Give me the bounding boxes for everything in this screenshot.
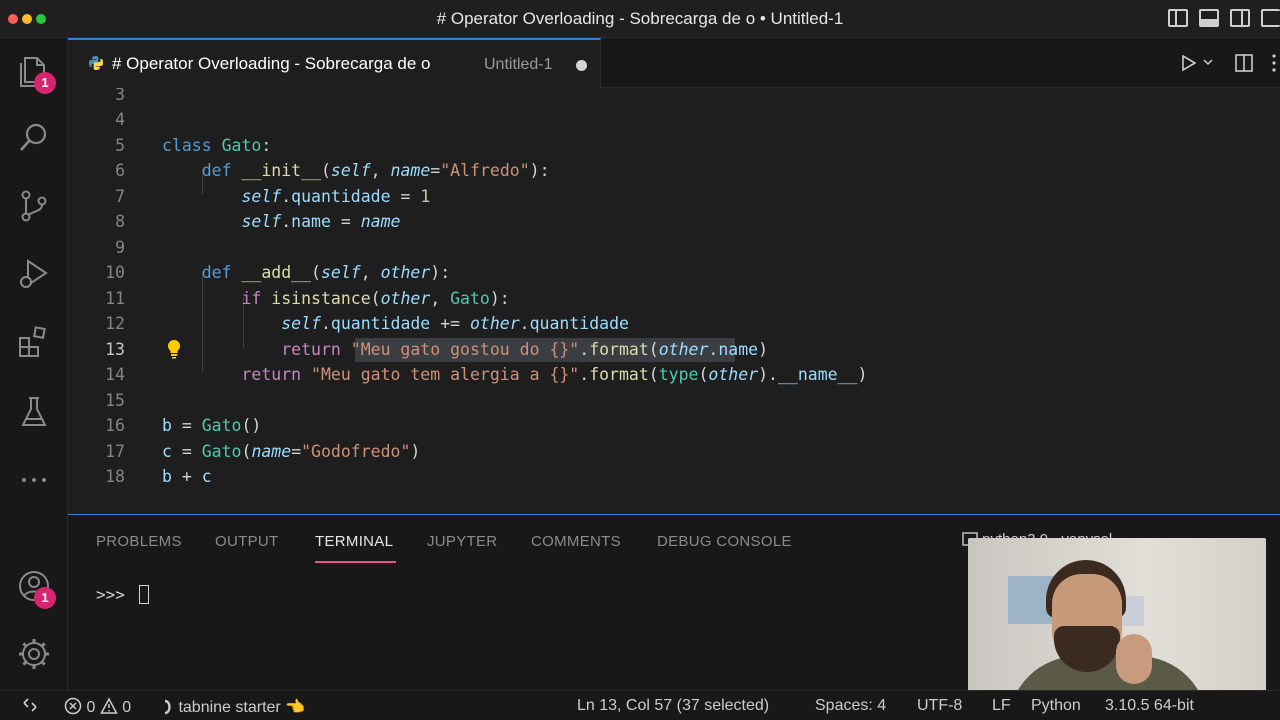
split-editor-icon[interactable] xyxy=(1234,53,1254,73)
status-bar: 0 0 tabnine starter 👈 Ln 13, Col 57 (37 … xyxy=(0,690,1280,720)
webcam-overlay xyxy=(968,538,1266,708)
source-control-icon[interactable] xyxy=(16,188,52,224)
code-line: 11 if isinstance(other, Gato): xyxy=(105,289,510,308)
indentation-status[interactable]: Spaces: 4 xyxy=(815,697,886,715)
chevron-down-icon[interactable] xyxy=(1202,56,1214,68)
error-count: 0 xyxy=(86,699,96,716)
python-interpreter[interactable]: 3.10.5 64-bit xyxy=(1105,697,1194,715)
toggle-panel-icon[interactable] xyxy=(1199,9,1219,27)
tab-terminal[interactable]: TERMINAL xyxy=(315,533,393,550)
code-line: 5 class Gato: xyxy=(115,136,272,155)
eol-status[interactable]: LF xyxy=(992,697,1011,715)
error-icon xyxy=(64,697,82,715)
extensions-icon[interactable] xyxy=(16,324,52,360)
window-title: # Operator Overloading - Sobrecarga de o… xyxy=(436,9,844,28)
code-line: 15 xyxy=(105,391,125,410)
code-line: 8 self.name = name xyxy=(115,212,401,231)
run-and-debug-icon[interactable] xyxy=(16,256,52,292)
code-line: 14 return "Meu gato tem alergia a {}".fo… xyxy=(105,365,868,384)
code-line: 3 xyxy=(115,88,125,104)
encoding-status[interactable]: UTF-8 xyxy=(917,697,962,715)
search-icon[interactable] xyxy=(16,120,52,156)
manage-gear-icon[interactable] xyxy=(16,636,52,672)
python-file-icon xyxy=(89,56,103,70)
code-line-active: 13 return "Meu gato gostou do {}".format… xyxy=(105,340,769,359)
terminal-prompt[interactable]: >>> xyxy=(96,585,149,604)
editor-tab-untitled-1[interactable]: # Operator Overloading - Sobrecarga de o… xyxy=(68,38,601,88)
terminal-cursor xyxy=(138,585,149,604)
warning-count: 0 xyxy=(122,699,132,716)
more-views-icon[interactable] xyxy=(16,462,52,498)
toggle-secondary-sidebar-icon[interactable] xyxy=(1230,9,1250,27)
problems-status[interactable]: 0 0 xyxy=(64,697,131,717)
tab-debug-console[interactable]: DEBUG CONSOLE xyxy=(657,533,792,550)
code-line: 17 c = Gato(name="Godofredo") xyxy=(105,442,421,461)
code-line: 18 b + c xyxy=(105,467,212,486)
customize-layout-icon[interactable] xyxy=(1261,9,1280,27)
cursor-position[interactable]: Ln 13, Col 57 (37 selected) xyxy=(577,697,769,715)
code-line: 16 b = Gato() xyxy=(105,416,262,435)
tabnine-icon xyxy=(164,699,171,715)
code-line: 7 self.quantidade = 1 xyxy=(115,187,431,206)
more-actions-icon[interactable] xyxy=(1268,52,1280,74)
testing-flask-icon[interactable] xyxy=(16,394,52,430)
code-line: 9 xyxy=(115,238,125,257)
code-editor[interactable]: 3 4 5 class Gato: 6 def __init__(self, na… xyxy=(68,88,1280,514)
title-bar: # Operator Overloading - Sobrecarga de o… xyxy=(0,0,1280,38)
tab-jupyter[interactable]: JUPYTER xyxy=(427,533,497,550)
editor-tab-bar: # Operator Overloading - Sobrecarga de o… xyxy=(68,38,1280,88)
unsaved-dot-icon[interactable] xyxy=(576,60,587,71)
language-mode[interactable]: Python xyxy=(1031,697,1081,715)
code-line: 10 def __add__(self, other): xyxy=(105,263,451,282)
activity-bar: 1 1 xyxy=(0,38,68,690)
accounts-badge: 1 xyxy=(34,587,56,609)
code-line: 4 xyxy=(115,110,125,129)
code-line: 12 self.quantidade += other.quantidade xyxy=(105,314,629,333)
tab-description: Untitled-1 xyxy=(484,56,553,73)
tab-problems[interactable]: PROBLEMS xyxy=(96,533,182,550)
explorer-badge: 1 xyxy=(34,72,56,94)
active-tab-indicator xyxy=(315,561,396,563)
tabnine-status[interactable]: tabnine starter 👈 xyxy=(162,697,305,717)
code-line: 6 def __init__(self, name="Alfredo"): xyxy=(115,161,550,180)
toggle-primary-sidebar-icon[interactable] xyxy=(1168,9,1188,27)
tab-title: # Operator Overloading - Sobrecarga de o xyxy=(112,54,431,73)
tab-comments[interactable]: COMMENTS xyxy=(531,533,621,550)
run-python-file-icon[interactable] xyxy=(1178,53,1198,73)
tab-output[interactable]: OUTPUT xyxy=(215,533,278,550)
tabnine-emoji: 👈 xyxy=(285,699,306,716)
warning-icon xyxy=(100,697,118,714)
remote-icon[interactable] xyxy=(22,697,38,715)
tabnine-label: tabnine starter xyxy=(178,699,281,716)
